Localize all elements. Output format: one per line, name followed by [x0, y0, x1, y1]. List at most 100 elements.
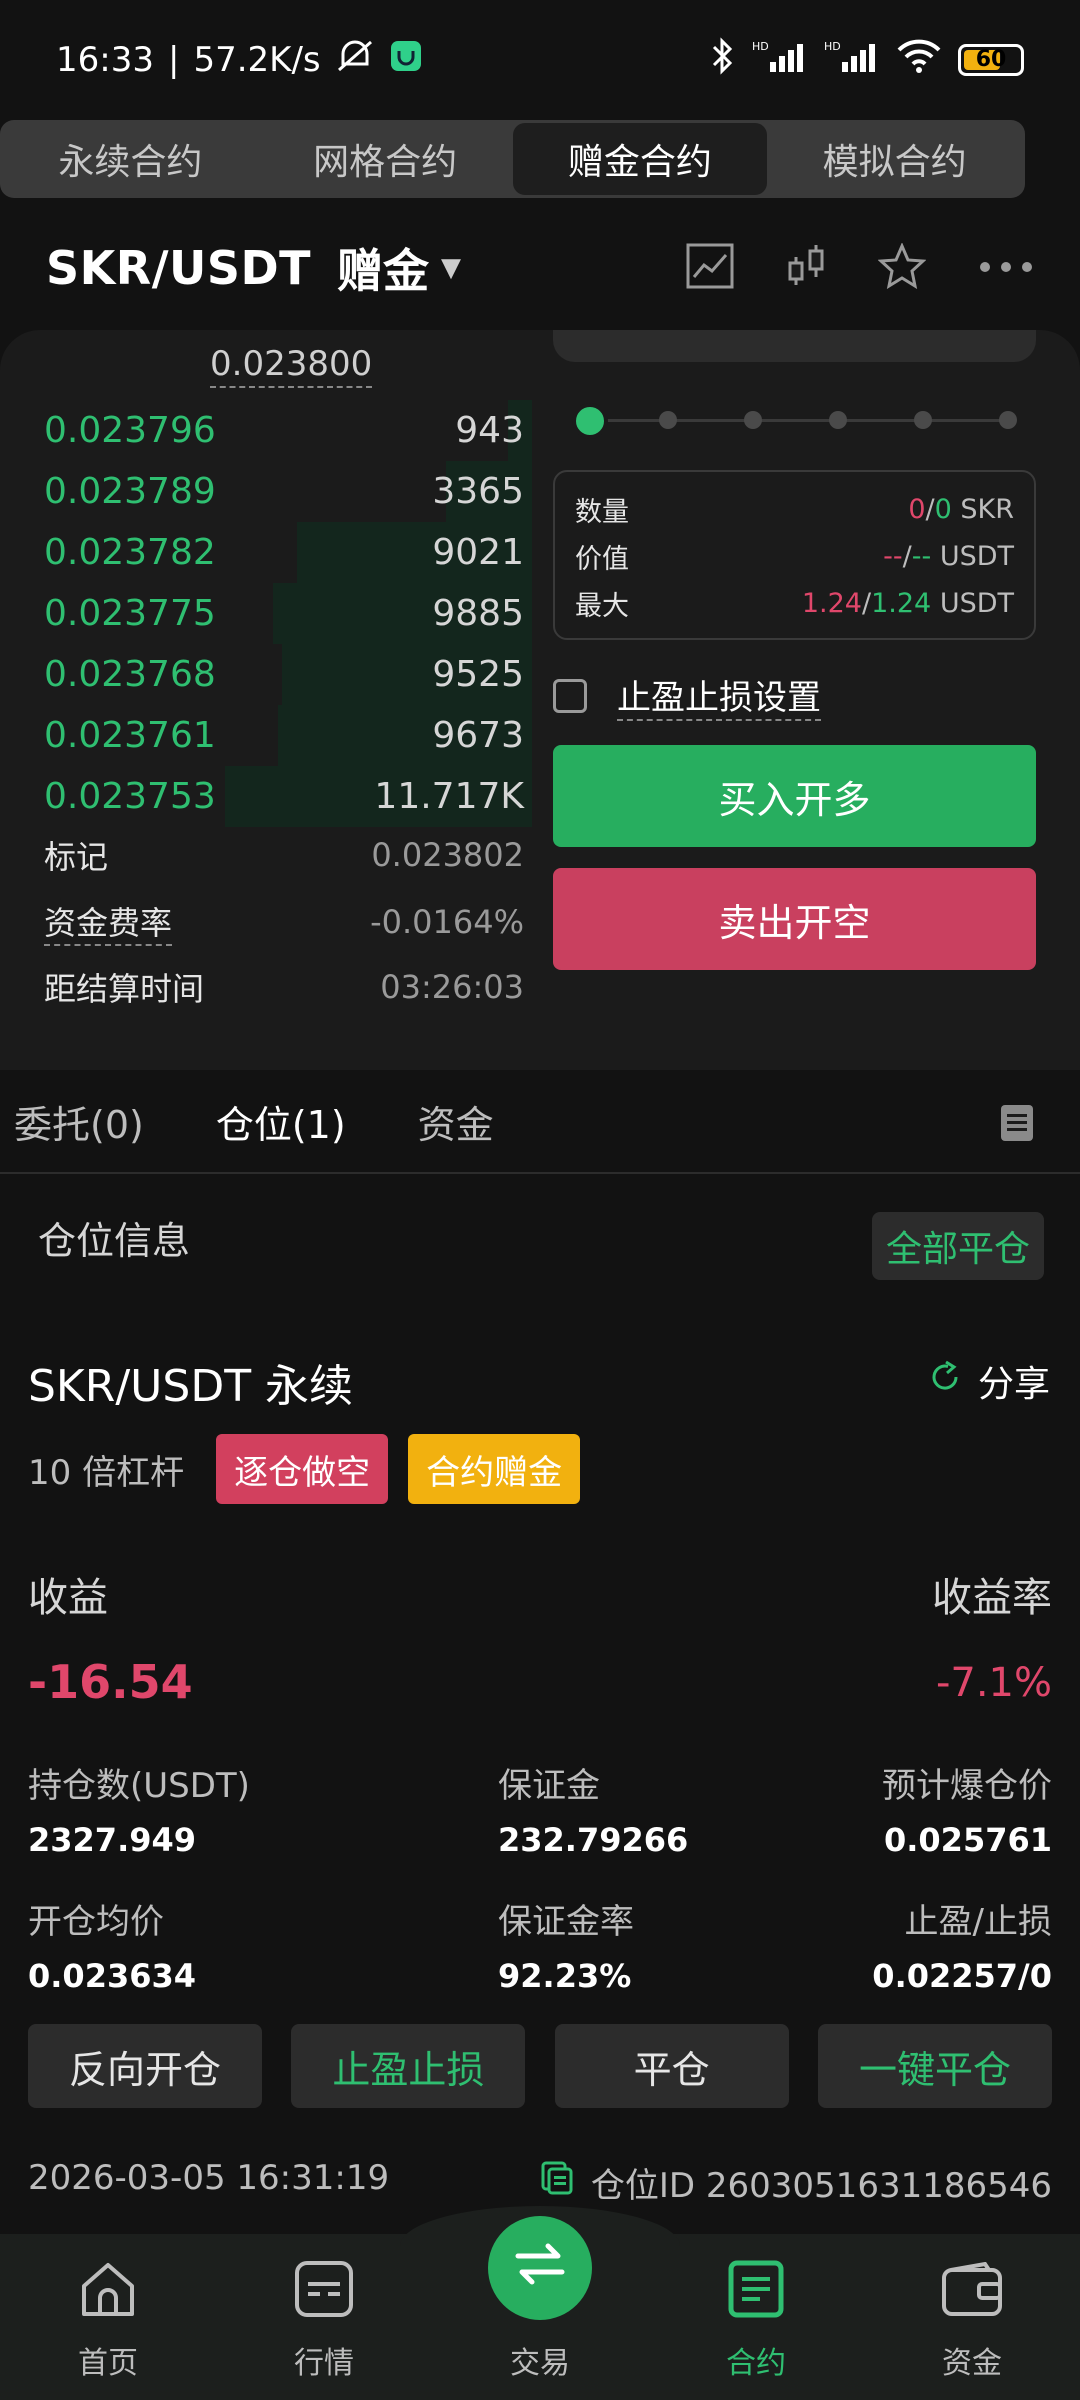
mark-value: 0.023802: [371, 836, 524, 874]
mute-alarm-icon: [335, 38, 375, 83]
copy-icon[interactable]: [541, 2161, 573, 2204]
tpsl-checkbox[interactable]: [553, 678, 587, 713]
settlement-row: 距结算时间 03:26:03: [44, 964, 524, 1010]
position-stats-row-2: 开仓均价 0.023634 保证金率 92.23% 止盈/止损 0.02257/…: [28, 1894, 1052, 1995]
orderbook-qty: 11.717K: [374, 776, 524, 817]
slider-step[interactable]: [744, 411, 762, 429]
caret-down-icon[interactable]: ▼: [441, 253, 461, 283]
position-info-title: 仓位信息: [38, 1219, 191, 1263]
orderbook-row[interactable]: 0.023775 9885: [44, 583, 532, 644]
settle-label: 距结算时间: [44, 970, 205, 1008]
orderbook-qty: 9885: [432, 593, 524, 634]
signal-2-icon: HD: [824, 38, 880, 83]
one-click-close-button[interactable]: 一键平仓: [817, 2024, 1052, 2108]
funding-label[interactable]: 资金费率: [44, 898, 173, 946]
battery-indicator: 60: [958, 44, 1024, 76]
nav-assets[interactable]: 资金: [864, 2234, 1080, 2400]
buy-long-button[interactable]: 买入开多: [553, 745, 1036, 847]
orderbook-row[interactable]: 0.023753 11.717K: [44, 766, 532, 827]
orderbook-last-price[interactable]: 0.023800: [210, 342, 373, 388]
sell-short-button[interactable]: 卖出开空: [553, 868, 1036, 970]
qty-a: 0: [908, 494, 926, 525]
orderbook-row[interactable]: 0.023761 9673: [44, 705, 532, 766]
entry-value: 0.023634: [28, 1957, 197, 1995]
tab-demo[interactable]: 模拟合约: [767, 123, 1022, 195]
tpsl-stat: 止盈/止损 0.02257/0: [872, 1894, 1052, 1995]
close-position-button[interactable]: 平仓: [554, 2024, 789, 2108]
nav-market-label: 行情: [294, 2346, 354, 2381]
nav-futures[interactable]: 合约: [648, 2234, 864, 2400]
nav-home[interactable]: 首页: [0, 2234, 216, 2400]
value-sep: /: [902, 541, 912, 572]
orderbook-price: 0.023796: [44, 410, 216, 451]
max-sep: /: [861, 588, 872, 619]
more-icon[interactable]: [978, 259, 1034, 278]
settle-value: 03:26:03: [380, 968, 524, 1006]
tpsl-label[interactable]: 止盈止损设置: [617, 670, 821, 721]
orderbook-row[interactable]: 0.023796 943: [44, 400, 532, 461]
value-b: --: [911, 541, 932, 572]
price-input[interactable]: [553, 330, 1036, 362]
swap-icon: [512, 2242, 568, 2294]
liq-value: 0.025761: [883, 1821, 1052, 1859]
chart-icon[interactable]: [686, 243, 734, 293]
value-unit: USDT: [939, 541, 1014, 572]
tab-perpetual[interactable]: 永续合约: [3, 123, 258, 195]
order-summary: 数量 0/0 SKR 价值 --/-- USDT 最大 1.24/1.24 US…: [553, 470, 1036, 640]
max-b: 1.24: [871, 588, 932, 619]
tab-orders[interactable]: 委托(0): [14, 1094, 144, 1149]
bonus-label[interactable]: 赠金: [337, 235, 429, 301]
trade-button[interactable]: [488, 2216, 592, 2320]
home-icon: [78, 2260, 138, 2326]
opened-at: 2026-03-05 16:31:19: [28, 2158, 390, 2198]
position-stats-row-1: 持仓数(USDT) 2327.949 保证金 232.79266 预计爆仓价 0…: [28, 1758, 1052, 1859]
position-actions: 反向开仓 止盈止损 平仓 一键平仓: [28, 2024, 1052, 2108]
margin-ratio-stat: 保证金率 92.23%: [498, 1894, 634, 1995]
status-separator: |: [167, 40, 180, 80]
orderbook-qty: 3365: [432, 471, 524, 512]
position-id: 仓位ID 2603051631186546: [590, 2166, 1052, 2206]
close-all-button[interactable]: 全部平仓: [872, 1212, 1044, 1280]
size-label: 持仓数(USDT): [28, 1766, 250, 1806]
star-icon[interactable]: [877, 242, 927, 293]
slider-step[interactable]: [659, 411, 677, 429]
slider-step[interactable]: [829, 411, 847, 429]
nav-market[interactable]: 行情: [216, 2234, 432, 2400]
position-size-stat: 持仓数(USDT) 2327.949: [28, 1758, 250, 1859]
position-meta: 2026-03-05 16:31:19 仓位ID 260305163118654…: [28, 2158, 1052, 2207]
tab-assets[interactable]: 资金: [418, 1094, 494, 1149]
value-label: 价值: [575, 544, 629, 575]
margin-ratio-label: 保证金率: [498, 1902, 634, 1942]
tab-bonus[interactable]: 赠金合约: [512, 123, 768, 195]
funding-rate-row: 资金费率 -0.0164%: [44, 898, 524, 946]
network-speed: 57.2K/s: [193, 40, 321, 80]
document-icon[interactable]: [1000, 1104, 1034, 1151]
position-id-row[interactable]: 仓位ID 2603051631186546: [541, 2158, 1052, 2207]
margin-value: 232.79266: [498, 1821, 689, 1859]
orderbook-price: 0.023789: [44, 471, 216, 512]
tab-grid[interactable]: 网格合约: [258, 123, 513, 195]
nav-trade[interactable]: 交易: [432, 2216, 648, 2400]
orderbook-row[interactable]: 0.023789 3365: [44, 461, 532, 522]
roe-value: -7.1%: [935, 1660, 1052, 1706]
orderbook-row[interactable]: 0.023782 9021: [44, 522, 532, 583]
orderbook-row[interactable]: 0.023768 9525: [44, 644, 532, 705]
qty-label: 数量: [575, 497, 629, 528]
slider-step[interactable]: [914, 411, 932, 429]
slider-step[interactable]: [999, 411, 1017, 429]
candlestick-icon[interactable]: [786, 243, 826, 293]
tpsl-stat-value: 0.02257/0: [872, 1957, 1052, 1995]
position-tags: 10 倍杠杆 逐仓做空 合约赠金: [28, 1434, 581, 1504]
share-button[interactable]: 分享: [928, 1355, 1050, 1407]
app-notification-icon: [389, 39, 423, 82]
orderbook-price: 0.023775: [44, 593, 216, 634]
amount-slider[interactable]: [572, 403, 1017, 439]
pnl-value: -16.54: [28, 1655, 193, 1709]
tpsl-button[interactable]: 止盈止损: [291, 2024, 526, 2108]
roe-label: 收益率: [932, 1575, 1052, 1621]
share-icon: [928, 1360, 962, 1403]
slider-handle[interactable]: [572, 403, 608, 439]
reverse-position-button[interactable]: 反向开仓: [28, 2024, 262, 2108]
pair-selector[interactable]: SKR/USDT: [46, 241, 311, 295]
tab-positions[interactable]: 仓位(1): [216, 1094, 346, 1149]
